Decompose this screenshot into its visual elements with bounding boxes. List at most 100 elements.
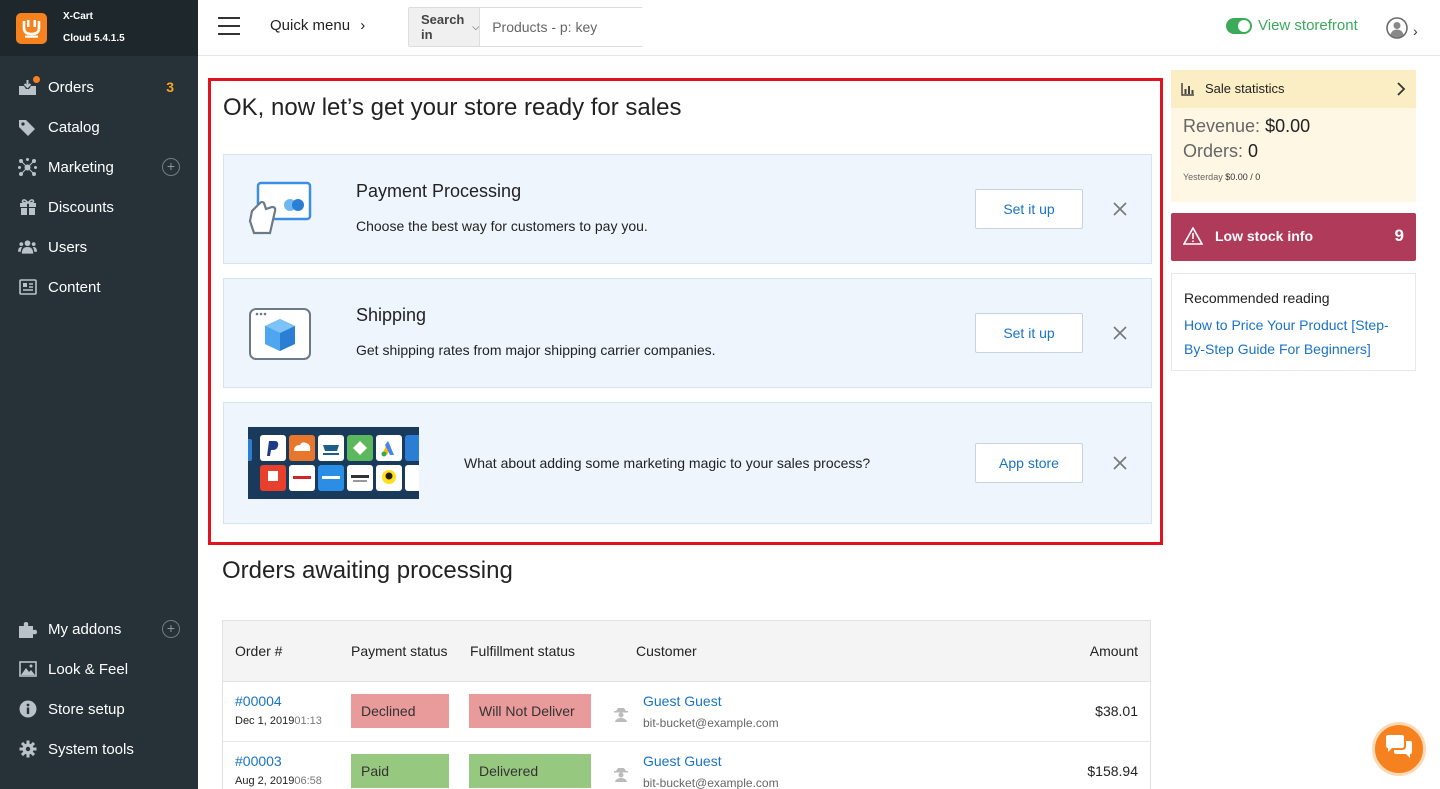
orders-value: 0 [1248,141,1259,161]
yesterday-label: Yesterday [1183,172,1223,182]
orders-table: Order # Payment status Fulfillment statu… [222,620,1151,789]
quick-menu-button[interactable]: Quick menu › [270,17,365,34]
low-stock-button[interactable]: Low stock info 9 [1171,213,1416,261]
orders-line: Orders: 0 [1183,141,1258,162]
card-description: Choose the best way for customers to pay… [356,218,648,234]
customer-email: bit-bucket@example.com [643,716,779,730]
card-title: Payment Processing [356,181,522,201]
sidebar-item-label: Content [48,278,101,296]
search-in-dropdown[interactable]: Search in ⌵ [409,8,481,46]
payment-status-badge[interactable]: Paid [351,754,449,788]
chat-bubbles-icon [1384,734,1414,765]
card-description: What about adding some marketing magic t… [464,455,871,471]
payment-setup-button[interactable]: Set it up [975,189,1083,229]
close-icon[interactable] [1113,202,1127,216]
network-icon [18,157,37,177]
payment-status-badge[interactable]: Declined [351,694,449,728]
yesterday-line: Yesterday $0.00 / 0 [1183,172,1260,182]
sidebar-item-users[interactable]: Users [0,227,198,267]
order-date-value: Aug 2, 2019 [235,775,295,787]
recommended-reading-title: Recommended reading [1184,290,1330,306]
low-stock-count: 9 [1394,226,1404,245]
sidebar-item-label: Look & Feel [48,660,129,678]
revenue-label: Revenue: [1183,116,1261,136]
customer-name-link[interactable]: Guest Guest [643,693,722,709]
fulfillment-status-badge[interactable]: Delivered [469,754,591,788]
close-icon[interactable] [1113,456,1127,470]
card-description: Get shipping rates from major shipping c… [356,342,716,358]
view-storefront-label: View storefront [1258,17,1358,34]
onboarding-panel: OK, now let’s get your store ready for s… [208,78,1163,545]
sidebar: X-Cart Cloud 5.4.1.5 Orders 3 Catalog Ma… [0,0,198,789]
brand: X-Cart Cloud 5.4.1.5 [0,0,198,56]
storefront-toggle[interactable] [1226,17,1252,34]
brand-name: X-Cart [63,11,94,22]
order-amount: $38.01 [1095,703,1138,719]
order-time: 06:58 [294,775,322,787]
sidebar-item-label: Store setup [48,700,125,718]
view-storefront-link[interactable]: View storefront [1226,17,1358,34]
users-icon [18,238,37,257]
customer-name-link[interactable]: Guest Guest [643,753,722,769]
sidebar-item-content[interactable]: Content [0,267,198,307]
app-store-button[interactable]: App store [975,443,1083,483]
sidebar-item-my-addons[interactable]: My addons + [0,609,198,649]
yesterday-value: $0.00 / 0 [1225,172,1261,182]
hamburger-menu-icon[interactable] [218,17,240,37]
add-addon-button[interactable]: + [162,620,180,638]
recommended-reading-widget: Recommended reading How to Price Your Pr… [1171,273,1416,371]
user-avatar-icon [1386,17,1408,44]
sidebar-item-store-setup[interactable]: Store setup [0,689,198,729]
recommended-reading-link[interactable]: How to Price Your Product [Step-By-Step … [1184,313,1409,361]
sidebar-item-system-tools[interactable]: System tools [0,729,198,769]
add-marketing-button[interactable]: + [162,158,180,176]
column-header-amount[interactable]: Amount [1090,643,1138,659]
order-amount: $158.94 [1087,763,1138,779]
sidebar-item-look-feel[interactable]: Look & Feel [0,649,198,689]
newspaper-icon [18,278,37,297]
customer-email: bit-bucket@example.com [643,776,779,789]
onboarding-title: OK, now let’s get your store ready for s… [223,94,682,121]
search-box: Search in ⌵ [408,7,674,47]
sidebar-item-catalog[interactable]: Catalog [0,107,198,147]
column-header-order-number[interactable]: Order # [235,643,282,659]
top-header: Quick menu › Search in ⌵ View storefront… [198,0,1440,56]
info-icon [18,700,37,719]
sidebar-item-label: Marketing [48,158,114,176]
user-menu[interactable]: › [1386,17,1418,44]
sidebar-item-discounts[interactable]: Discounts [0,187,198,227]
search-in-label: Search in [421,12,465,42]
xcart-logo-icon[interactable] [16,12,47,44]
chevron-right-icon: › [360,17,366,34]
shipping-setup-button[interactable]: Set it up [975,313,1083,353]
order-number-link[interactable]: #00003 [235,753,282,769]
sidebar-item-orders[interactable]: Orders 3 [0,67,198,107]
sidebar-item-label: Users [48,238,88,256]
order-number-link[interactable]: #00004 [235,693,282,709]
fulfillment-status-badge[interactable]: Will Not Deliver [469,694,591,728]
orders-label: Orders: [1183,141,1244,161]
order-date-value: Dec 1, 2019 [235,715,295,727]
column-header-fulfillment-status[interactable]: Fulfillment status [470,643,575,659]
revenue-value: $0.00 [1265,116,1311,136]
chat-support-button[interactable] [1372,722,1426,776]
tag-icon [18,118,37,137]
sale-statistics-title: Sale statistics [1205,81,1285,96]
column-header-payment-status[interactable]: Payment status [351,643,448,659]
shipping-card: Shipping Get shipping rates from major s… [223,278,1152,388]
gift-icon [18,198,37,217]
card-title: Shipping [356,305,427,325]
sidebar-item-label: Catalog [48,118,100,136]
search-input[interactable] [480,8,674,46]
sale-statistics-header[interactable]: Sale statistics [1171,70,1416,108]
close-icon[interactable] [1113,326,1127,340]
sale-statistics-widget: Sale statistics Revenue: $0.00 Orders: 0… [1171,70,1416,202]
anonymous-user-icon [613,706,629,722]
chevron-right-icon: › [1413,22,1418,39]
payment-card-icon [248,181,312,242]
column-header-customer[interactable]: Customer [636,643,697,659]
sidebar-item-marketing[interactable]: Marketing + [0,147,198,187]
payment-processing-card: Payment Processing Choose the best way f… [223,154,1152,264]
image-icon [18,660,37,679]
sidebar-item-label: Orders [48,78,94,96]
